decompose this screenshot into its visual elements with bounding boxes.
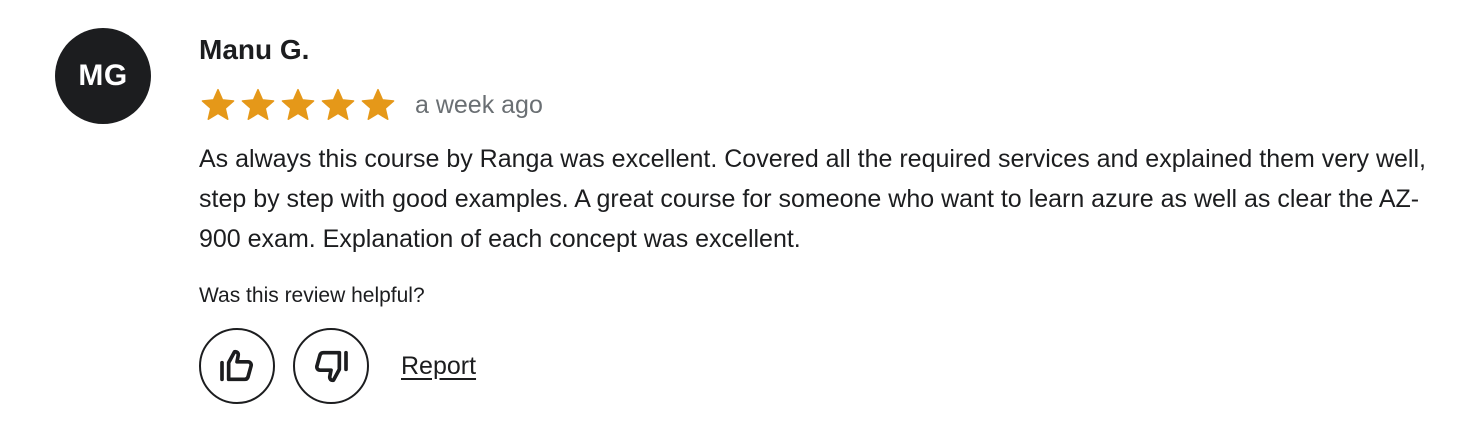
rating-row: a week ago — [199, 85, 1449, 125]
avatar: MG — [55, 28, 151, 124]
review-actions: Report — [199, 328, 1449, 404]
star-icon — [361, 88, 395, 120]
star-rating — [199, 87, 399, 123]
star-icon — [241, 88, 275, 120]
review-content: Manu G. a week ago As always this course… — [199, 28, 1449, 404]
star-icon — [281, 88, 315, 120]
reviewer-name: Manu G. — [199, 34, 310, 65]
helpful-prompt: Was this review helpful? — [199, 284, 425, 307]
star-icon — [201, 88, 235, 120]
star-icon — [321, 88, 355, 120]
review-text: As always this course by Ranga was excel… — [199, 145, 1426, 253]
review-date: a week ago — [415, 91, 543, 119]
thumbs-up-button[interactable] — [199, 328, 275, 404]
thumbs-down-icon — [315, 350, 348, 383]
thumbs-down-button[interactable] — [293, 328, 369, 404]
avatar-initials: MG — [78, 59, 128, 92]
thumbs-up-icon — [220, 349, 253, 382]
report-link[interactable]: Report — [401, 352, 476, 381]
